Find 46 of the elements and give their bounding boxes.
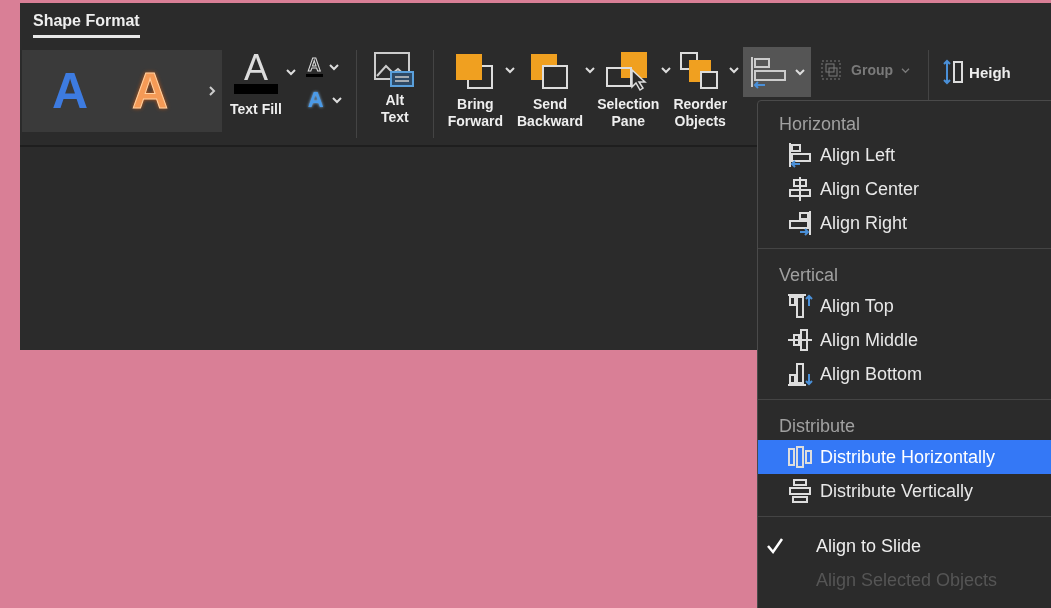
align-button[interactable] xyxy=(743,47,812,97)
align-middle-icon xyxy=(786,326,814,354)
align-option-item[interactable]: Align to Slide xyxy=(758,529,1051,563)
caret-icon[interactable] xyxy=(585,66,596,74)
align-left-item[interactable]: Align Left xyxy=(758,138,1051,172)
caret-icon[interactable] xyxy=(661,66,672,74)
distribute-v-icon xyxy=(786,477,814,505)
height-icon xyxy=(941,59,966,85)
wordart-style[interactable]: A xyxy=(132,66,169,116)
distribute-h-icon xyxy=(786,443,814,471)
height-control[interactable]: Heigh xyxy=(941,50,1011,94)
picture-icon xyxy=(372,50,417,90)
align-bottom-item[interactable]: Align Bottom xyxy=(758,357,1051,391)
align-right-icon xyxy=(786,209,814,237)
caret-icon xyxy=(901,66,911,74)
alt-text-button[interactable]: Alt Text xyxy=(370,50,419,126)
text-outline-button[interactable]: A xyxy=(305,56,323,77)
caret-icon[interactable] xyxy=(729,66,740,74)
align-bottom-icon xyxy=(786,360,814,388)
ribbon-tab[interactable]: Shape Format xyxy=(33,12,140,38)
distribute-v-item[interactable]: Distribute Vertically xyxy=(758,474,1051,508)
text-effects-button[interactable]: A xyxy=(305,89,326,111)
caret-icon[interactable] xyxy=(331,96,342,104)
text-fill-button[interactable]: A Text Fill xyxy=(230,50,282,117)
align-center-item[interactable]: Align Center xyxy=(758,172,1051,206)
chevron-icon[interactable] xyxy=(208,85,217,97)
caret-icon[interactable] xyxy=(285,68,296,76)
section-header: Vertical xyxy=(778,264,840,287)
bring-forward-button[interactable]: Bring Forward xyxy=(445,50,505,130)
section-header: Horizontal xyxy=(778,113,862,136)
align-middle-item[interactable]: Align Middle xyxy=(758,323,1051,357)
caret-icon xyxy=(795,68,806,76)
align-left-icon xyxy=(786,141,814,169)
caret-icon[interactable] xyxy=(505,66,515,74)
group-icon xyxy=(819,58,844,82)
section-header: Distribute xyxy=(778,415,857,438)
caret-icon[interactable] xyxy=(328,62,339,71)
checkmark-icon xyxy=(766,537,784,555)
align-center-icon xyxy=(786,175,814,203)
align-top-icon xyxy=(786,292,814,320)
selection-pane-button[interactable]: Selection Pane xyxy=(595,50,662,130)
align-right-item[interactable]: Align Right xyxy=(758,206,1051,240)
align-top-item[interactable]: Align Top xyxy=(758,289,1051,323)
distribute-h-item[interactable]: Distribute Horizontally xyxy=(758,440,1051,474)
reorder-button[interactable]: Reorder Objects xyxy=(671,50,730,130)
send-backward-button[interactable]: Send Backward xyxy=(515,50,586,130)
